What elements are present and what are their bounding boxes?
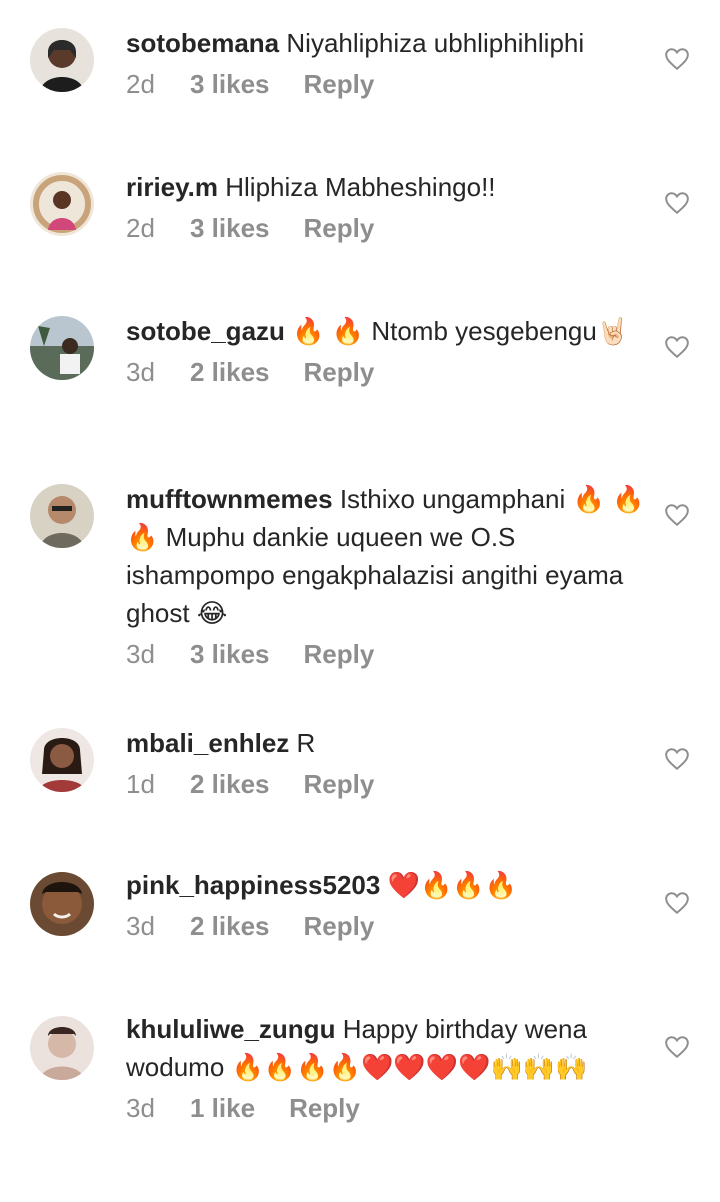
heart-outline-icon[interactable] xyxy=(664,890,690,916)
comment-text: mufftownmemes Isthixo ungamphani 🔥 🔥 🔥 M… xyxy=(126,480,646,632)
heart-outline-icon[interactable] xyxy=(664,190,690,216)
comment-username[interactable]: sotobemana xyxy=(126,28,279,58)
reply-button[interactable]: Reply xyxy=(289,1090,360,1126)
comment-username[interactable]: khululiwe_zungu xyxy=(126,1014,335,1044)
comment-username[interactable]: mufftownmemes xyxy=(126,484,333,514)
comment-meta: 2d 3 likes Reply xyxy=(126,66,646,102)
comment-likes[interactable]: 1 like xyxy=(190,1090,255,1126)
reply-button[interactable]: Reply xyxy=(304,354,375,390)
comment-text: pink_happiness5203 ❤️🔥🔥🔥 xyxy=(126,866,646,904)
comment-meta: 3d 2 likes Reply xyxy=(126,908,646,944)
avatar[interactable] xyxy=(30,872,94,936)
comment-likes[interactable]: 3 likes xyxy=(190,636,270,672)
comment-body: Niyahliphiza ubhliphihliphi xyxy=(286,28,585,58)
comment-likes[interactable]: 2 likes xyxy=(190,354,270,390)
comment-body: Hliphiza Mabheshingo!! xyxy=(225,172,496,202)
comment-text: sotobe_gazu 🔥 🔥 Ntomb yesgebengu🤘🏻 xyxy=(126,312,646,350)
comment-body: R xyxy=(296,728,316,758)
reply-button[interactable]: Reply xyxy=(304,66,375,102)
heart-outline-icon[interactable] xyxy=(664,334,690,360)
heart-outline-icon[interactable] xyxy=(664,1034,690,1060)
comment-time: 3d xyxy=(126,1093,155,1123)
comment-time: 3d xyxy=(126,639,155,669)
comment-text: sotobemana Niyahliphiza ubhliphihliphi xyxy=(126,24,646,62)
comment-time: 2d xyxy=(126,213,155,243)
heart-outline-icon[interactable] xyxy=(664,502,690,528)
comment-text: ririey.m Hliphiza Mabheshingo!! xyxy=(126,168,646,206)
comment-body: 🔥 🔥 Ntomb yesgebengu🤘🏻 xyxy=(292,316,630,346)
avatar[interactable] xyxy=(30,484,94,548)
comment-time: 2d xyxy=(126,69,155,99)
comment-time: 1d xyxy=(126,769,155,799)
comment-time: 3d xyxy=(126,911,155,941)
heart-outline-icon[interactable] xyxy=(664,46,690,72)
comment-text: mbali_enhlez R xyxy=(126,724,646,762)
avatar[interactable] xyxy=(30,172,94,236)
comment-meta: 3d 3 likes Reply xyxy=(126,636,646,672)
heart-outline-icon[interactable] xyxy=(664,746,690,772)
comment-likes[interactable]: 3 likes xyxy=(190,210,270,246)
comment-likes[interactable]: 3 likes xyxy=(190,66,270,102)
comment-likes[interactable]: 2 likes xyxy=(190,908,270,944)
reply-button[interactable]: Reply xyxy=(304,908,375,944)
comment-time: 3d xyxy=(126,357,155,387)
avatar[interactable] xyxy=(30,316,94,380)
avatar[interactable] xyxy=(30,728,94,792)
comment-body: ❤️🔥🔥🔥 xyxy=(387,870,518,900)
comment-username[interactable]: pink_happiness5203 xyxy=(126,870,380,900)
reply-button[interactable]: Reply xyxy=(304,210,375,246)
comment-text: khululiwe_zungu Happy birthday wena wodu… xyxy=(126,1010,646,1086)
comment-meta: 3d 2 likes Reply xyxy=(126,354,646,390)
comment-username[interactable]: ririey.m xyxy=(126,172,218,202)
avatar[interactable] xyxy=(30,28,94,92)
comment-meta: 2d 3 likes Reply xyxy=(126,210,646,246)
comment-likes[interactable]: 2 likes xyxy=(190,766,270,802)
comment-username[interactable]: sotobe_gazu xyxy=(126,316,285,346)
reply-button[interactable]: Reply xyxy=(304,766,375,802)
comment-meta: 3d 1 like Reply xyxy=(126,1090,646,1126)
comment-meta: 1d 2 likes Reply xyxy=(126,766,646,802)
avatar[interactable] xyxy=(30,1016,94,1080)
comment-username[interactable]: mbali_enhlez xyxy=(126,728,289,758)
reply-button[interactable]: Reply xyxy=(304,636,375,672)
